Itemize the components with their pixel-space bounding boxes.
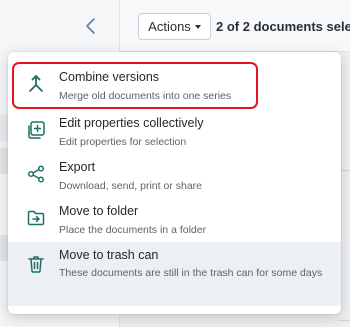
menu-item-title: Move to folder <box>59 204 139 218</box>
actions-menu: Combine versions Merge old documents int… <box>8 52 341 314</box>
menu-item-export[interactable]: Export Download, send, print or share <box>8 154 341 198</box>
edit-properties-icon <box>28 121 45 139</box>
trash-icon <box>28 256 44 273</box>
menu-item-title: Export <box>59 160 96 174</box>
menu-item-description: These documents are still in the trash c… <box>59 267 323 279</box>
menu-item-move-to-trash[interactable]: Move to trash can These documents are st… <box>8 242 341 306</box>
menu-item-move-to-folder[interactable]: Move to folder Place the documents in a … <box>8 198 341 242</box>
divider <box>338 320 350 321</box>
menu-item-title: Move to trash can <box>59 248 159 262</box>
menu-item-edit-properties[interactable]: Edit properties collectively Edit proper… <box>8 110 341 154</box>
merge-icon <box>29 75 43 92</box>
menu-item-description: Edit properties for selection <box>59 136 187 148</box>
actions-button-label: Actions <box>148 19 191 34</box>
menu-item-description: Download, send, print or share <box>59 180 202 192</box>
menu-item-description: Merge old documents into one series <box>59 90 232 102</box>
caret-down-icon <box>194 25 201 29</box>
chevron-left-icon[interactable] <box>84 17 98 35</box>
top-toolbar: Actions 2 of 2 documents selec <box>120 0 350 52</box>
menu-item-description: Place the documents in a folder <box>59 224 207 236</box>
menu-item-title: Combine versions <box>59 70 160 84</box>
actions-button[interactable]: Actions <box>138 13 211 40</box>
folder-move-icon <box>27 210 45 226</box>
selection-count: 2 of 2 documents selec <box>216 19 350 34</box>
menu-item-combine-versions[interactable]: Combine versions Merge old documents int… <box>8 60 341 108</box>
share-icon <box>27 165 45 183</box>
menu-item-title: Edit properties collectively <box>59 116 204 130</box>
